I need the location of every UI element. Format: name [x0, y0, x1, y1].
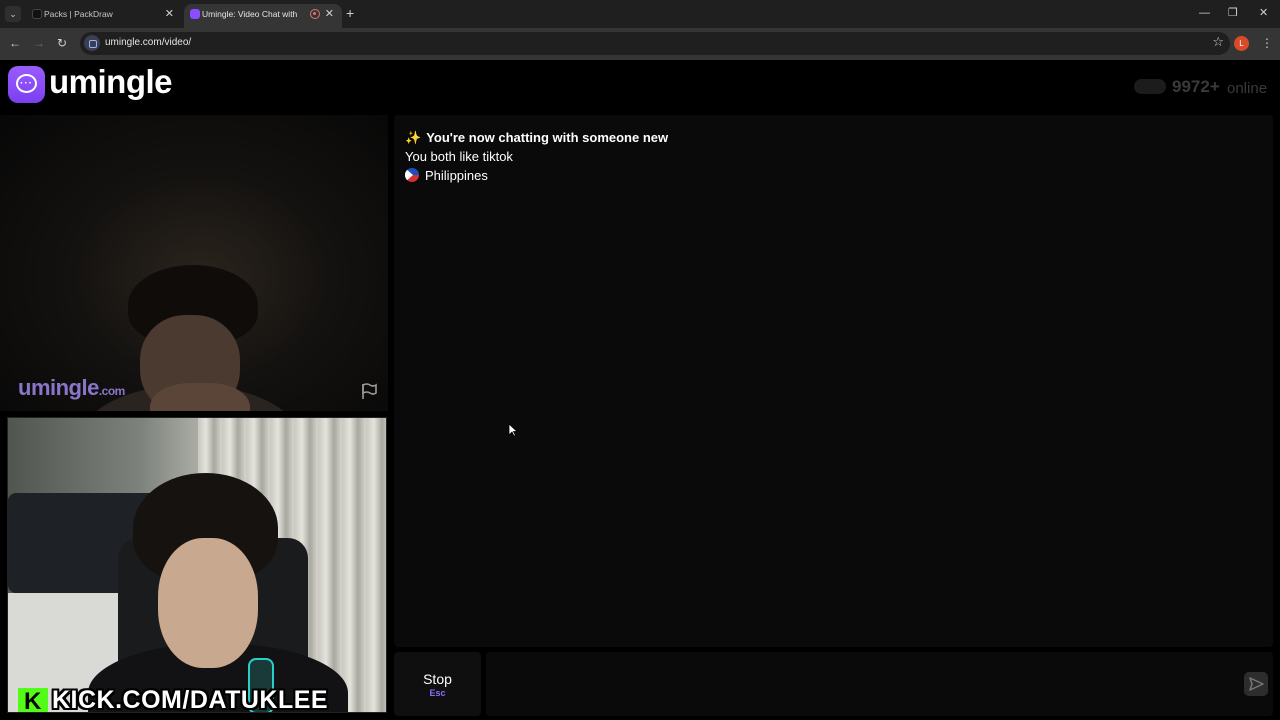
browser-toolbar: ← → ↻ umingle.com/video/ ☆ L ⋮	[0, 28, 1280, 60]
tab-packdraw[interactable]: Packs | PackDraw ✕	[26, 4, 182, 28]
online-toggle[interactable]	[1134, 79, 1166, 94]
online-label: online	[1227, 80, 1268, 97]
message-input[interactable]	[486, 652, 1273, 716]
site-info-icon[interactable]	[84, 35, 100, 51]
tab-umingle[interactable]: Umingle: Video Chat with S ✕	[184, 4, 342, 28]
url-text[interactable]: umingle.com/video/	[105, 37, 191, 48]
kick-logo-icon: K	[18, 688, 48, 712]
umingle-favicon-icon	[190, 9, 200, 19]
report-flag-icon[interactable]	[360, 382, 378, 400]
common-interest-message: You both like tiktok	[405, 149, 513, 164]
online-counter: 9972+ online	[1134, 77, 1274, 97]
bookmark-star-icon[interactable]: ☆	[1212, 34, 1224, 50]
stop-label: Stop	[423, 671, 452, 687]
send-icon[interactable]	[1244, 672, 1268, 696]
close-tab-icon[interactable]: ✕	[165, 4, 174, 24]
close-tab-icon[interactable]: ✕	[325, 4, 334, 24]
browser-tab-bar: ⌄ Packs | PackDraw ✕ Umingle: Video Chat…	[0, 0, 1280, 28]
umingle-page: ··· umingle 9972+ online umingle.com K K…	[0, 60, 1280, 720]
stop-button[interactable]: Stop Esc	[394, 652, 481, 716]
country-message: Philippines	[405, 168, 488, 183]
system-message: ✨ You're now chatting with someone new	[405, 130, 669, 145]
self-video: K KICK.COM/DATUKLEE	[7, 417, 387, 713]
sparkles-icon: ✨	[405, 130, 422, 145]
back-arrow-icon[interactable]: ←	[9, 35, 21, 51]
profile-avatar[interactable]: L	[1234, 36, 1249, 51]
restore-button[interactable]: ❐	[1228, 4, 1238, 22]
address-bar[interactable]: umingle.com/video/ ☆	[80, 32, 1230, 55]
logo-text: umingle	[49, 63, 173, 100]
tab-search-icon[interactable]: ⌄	[5, 6, 21, 22]
packdraw-favicon-icon	[32, 9, 42, 19]
stranger-video: umingle.com	[0, 115, 388, 411]
philippines-flag-icon	[405, 168, 419, 182]
tab-title: Packs | PackDraw	[44, 9, 113, 19]
reload-icon[interactable]: ↻	[57, 35, 67, 51]
new-tab-button[interactable]: +	[346, 5, 354, 21]
minimize-button[interactable]: —	[1199, 4, 1210, 22]
browser-menu-icon[interactable]: ⋮	[1261, 35, 1273, 51]
close-window-button[interactable]: ✕	[1259, 4, 1268, 22]
mouse-cursor-icon	[508, 423, 518, 437]
tab-title: Umingle: Video Chat with S	[202, 9, 298, 19]
online-count: 9972+	[1172, 77, 1220, 96]
forward-arrow-icon[interactable]: →	[33, 35, 45, 51]
stream-overlay-text: KICK.COM/DATUKLEE	[52, 686, 329, 713]
recording-icon	[310, 9, 320, 19]
umingle-watermark: umingle.com	[18, 375, 125, 400]
chat-bubble-logo-icon: ···	[8, 66, 45, 103]
chat-log: ✨ You're now chatting with someone new Yo…	[394, 115, 1273, 647]
stop-hotkey: Esc	[429, 688, 446, 698]
